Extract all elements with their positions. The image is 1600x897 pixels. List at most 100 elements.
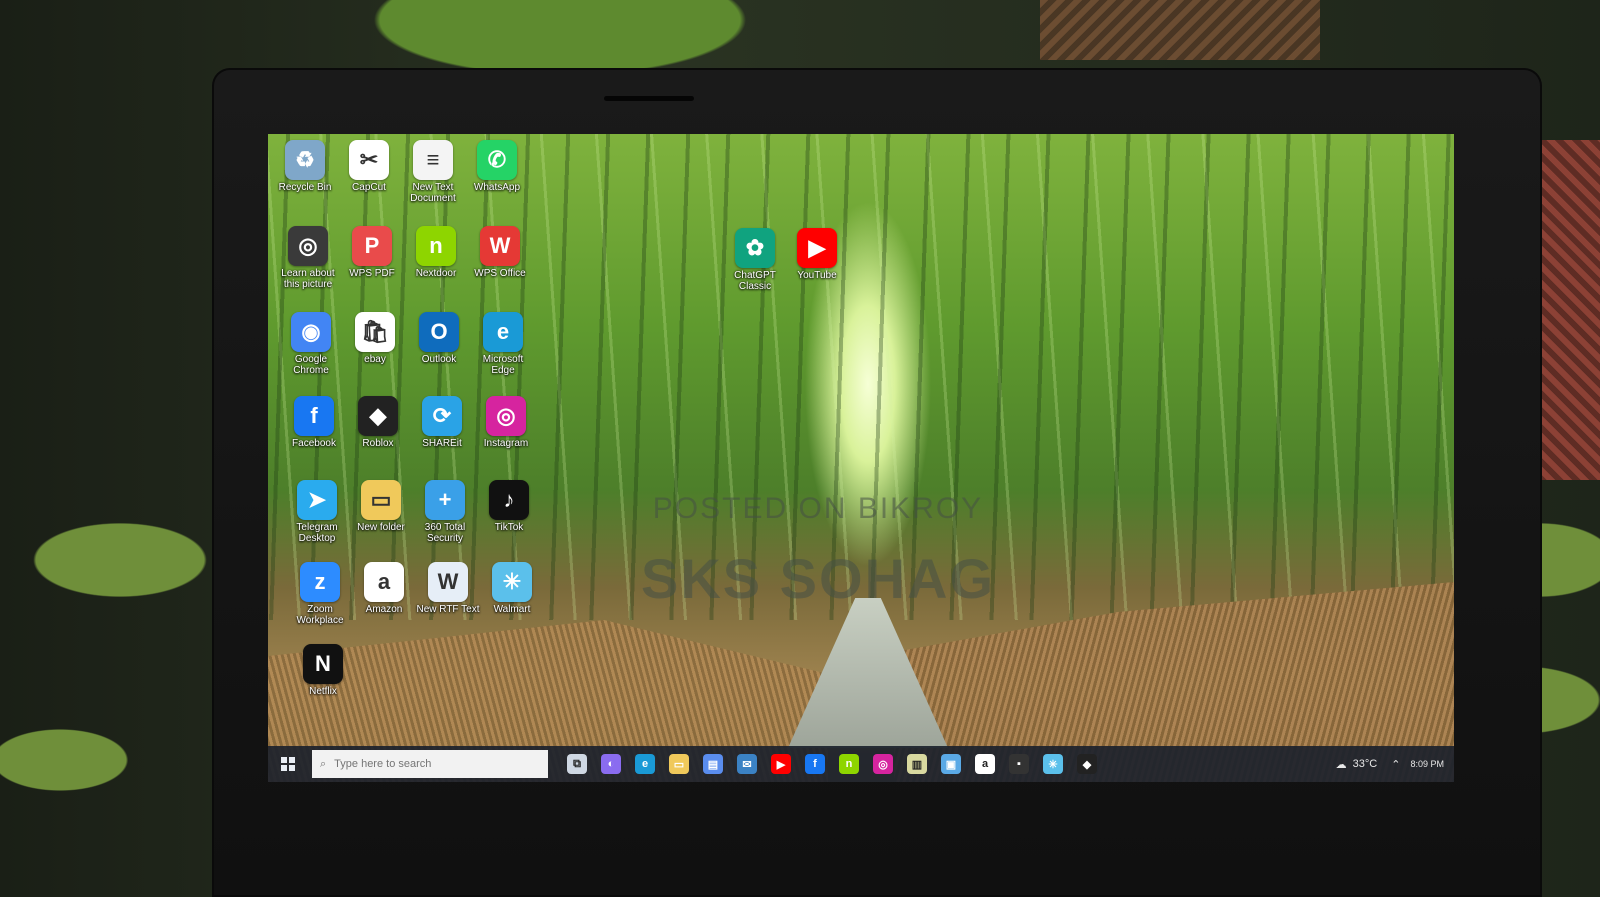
start-button[interactable]: [268, 746, 308, 782]
desktop-icon-edge[interactable]: e Microsoft Edge: [470, 312, 536, 376]
tiktok-icon: ♪: [489, 480, 529, 520]
desktop-icon-label: SHAREit: [422, 438, 462, 449]
desktop-icon-whatsapp[interactable]: ✆ WhatsApp: [464, 140, 530, 193]
zoom-icon: z: [300, 562, 340, 602]
wps-pdf-icon: P: [352, 226, 392, 266]
desktop-icon-label: WPS Office: [474, 268, 526, 279]
desktop-icon-nextdoor[interactable]: n Nextdoor: [403, 226, 469, 279]
chatgpt-icon: ✿: [735, 228, 775, 268]
desktop-icon-label: WhatsApp: [473, 182, 521, 193]
desktop-icon-text-document[interactable]: ≡ New Text Document: [400, 140, 466, 204]
desktop-icon-label: Roblox: [362, 438, 394, 449]
taskbar-store-icon[interactable]: ▤: [703, 754, 723, 774]
fabric-top: [1040, 0, 1320, 60]
netflix-icon: N: [303, 644, 343, 684]
desktop-icon-telegram[interactable]: ➤ Telegram Desktop: [284, 480, 350, 544]
chrome-icon: ◉: [291, 312, 331, 352]
learn-picture-icon: ◎: [288, 226, 328, 266]
facebook-icon: f: [294, 396, 334, 436]
desktop-icon-chrome[interactable]: ◉ Google Chrome: [278, 312, 344, 376]
desktop-icon-label: Walmart: [493, 604, 531, 615]
taskbar-amazon-icon[interactable]: a: [975, 754, 995, 774]
weather-temp: 33°C: [1352, 758, 1378, 770]
desktop-icon-security-360[interactable]: +360 Total Security: [412, 480, 478, 544]
desktop-icon-wps-office[interactable]: W WPS Office: [467, 226, 533, 279]
desktop-icon-tiktok[interactable]: ♪ TikTok: [476, 480, 542, 533]
desktop-icon-label: Google Chrome: [293, 354, 329, 376]
taskbar: ⌕ ⧉ ◐ e ▭ ▤ ✉ ▶ fn ◎ ▥ ▣ a ▪ ✳ ◆ ☁ 33°C ⌃ 8:09 PM: [268, 746, 1454, 782]
desktop-icon-folder[interactable]: ▭ New folder: [348, 480, 414, 533]
desktop-icon-amazon[interactable]: a Amazon: [351, 562, 417, 615]
roblox-icon: ◆: [358, 396, 398, 436]
clock-time: 8:09 PM: [1410, 758, 1444, 769]
taskbar-file-explorer-icon[interactable]: ▭: [669, 754, 689, 774]
shareit-icon: ⟳: [422, 396, 462, 436]
taskbar-photos-icon[interactable]: ▣: [941, 754, 961, 774]
desktop-icon-rtf-document[interactable]: W New RTF Text: [415, 562, 481, 615]
desktop-icon-netflix[interactable]: N Netflix: [290, 644, 356, 697]
desktop-icon-label: Netflix: [309, 686, 337, 697]
desktop-icon-label: CapCut: [352, 182, 386, 193]
nextdoor-icon: n: [416, 226, 456, 266]
rtf-document-icon: W: [428, 562, 468, 602]
desktop-icon-label: New folder: [357, 522, 405, 533]
youtube-icon: ▶: [797, 228, 837, 268]
taskbar-walmart-icon[interactable]: ✳: [1043, 754, 1063, 774]
weather-widget[interactable]: ☁ 33°C: [1336, 758, 1378, 771]
desktop-icon-ebay[interactable]: 🛍 ebay: [342, 312, 408, 365]
desktop-icon-label: TikTok: [494, 522, 524, 533]
desktop-icon-capcut[interactable]: ✂ CapCut: [336, 140, 402, 193]
desktop-icon-zoom[interactable]: z Zoom Workplace: [287, 562, 353, 626]
taskbar-edge-icon[interactable]: e: [635, 754, 655, 774]
taskbar-instagram-icon[interactable]: ◎: [873, 754, 893, 774]
taskbar-copilot-icon[interactable]: ◐: [601, 754, 621, 774]
taskbar-facebook-icon[interactable]: f: [805, 754, 825, 774]
security-360-icon: +: [425, 480, 465, 520]
desktop-icon-label: Facebook: [292, 438, 336, 449]
ebay-icon: 🛍: [355, 312, 395, 352]
desktop-icon-label: 360 Total Security: [424, 522, 466, 544]
taskbar-nextdoor-icon[interactable]: n: [839, 754, 859, 774]
wps-office-icon: W: [480, 226, 520, 266]
system-tray: ☁ 33°C ⌃ 8:09 PM: [1336, 758, 1454, 771]
desktop-icon-roblox[interactable]: ◆ Roblox: [345, 396, 411, 449]
desktop-icon-label: New Text Document: [410, 182, 456, 204]
telegram-icon: ➤: [297, 480, 337, 520]
desktop-icon-label: Zoom Workplace: [296, 604, 344, 626]
search-icon: ⌕: [320, 757, 327, 770]
chevron-up-icon[interactable]: ⌃: [1391, 758, 1400, 771]
taskbar-search[interactable]: ⌕: [312, 750, 548, 778]
desktop-icon-label: YouTube: [797, 270, 837, 281]
outlook-icon: O: [419, 312, 459, 352]
taskbar-notes-icon[interactable]: ▥: [907, 754, 927, 774]
windows-icon: [281, 757, 295, 771]
desktop-icon-walmart[interactable]: ✳ Walmart: [479, 562, 545, 615]
desktop-icon-recycle-bin[interactable]: ♻ Recycle Bin: [272, 140, 338, 193]
webcam-slot: [604, 96, 694, 101]
desktop-icon-label: Recycle Bin: [278, 182, 332, 193]
laptop-screen: POSTED ON BIKROY SKS SOHAG ♻ Recycle Bin ✂…: [268, 134, 1454, 782]
taskbar-app-dark-icon[interactable]: ▪: [1009, 754, 1029, 774]
taskbar-clock[interactable]: 8:09 PM: [1410, 759, 1444, 770]
desktop-icon-shareit[interactable]: ⟳ SHAREit: [409, 396, 475, 449]
watermark-name: SKS SOHAG: [640, 547, 996, 610]
taskbar-roblox-icon[interactable]: ◆: [1077, 754, 1097, 774]
desktop-icon-facebook[interactable]: f Facebook: [281, 396, 347, 449]
taskbar-pinned-apps: ⧉ ◐ e ▭ ▤ ✉ ▶ f n ◎ ▥ ▣ a ▪ ✳ ◆: [560, 754, 1104, 774]
taskbar-mail-icon[interactable]: ✉: [737, 754, 757, 774]
desktop-icon-youtube[interactable]: ▶ YouTube: [784, 228, 850, 281]
taskbar-task-view-icon[interactable]: ⧉: [567, 754, 587, 774]
taskbar-youtube-icon[interactable]: ▶: [771, 754, 791, 774]
desktop-icon-label: Outlook: [421, 354, 457, 365]
desktop-icon-wps-pdf[interactable]: P WPS PDF: [339, 226, 405, 279]
desktop-icon-learn-picture[interactable]: ◎ Learn about this picture: [275, 226, 341, 290]
capcut-icon: ✂: [349, 140, 389, 180]
desktop-icon-label: Microsoft Edge: [482, 354, 524, 376]
desktop-icon-outlook[interactable]: O Outlook: [406, 312, 472, 365]
search-input[interactable]: [332, 757, 507, 771]
desktop-icon-chatgpt[interactable]: ✿ ChatGPT Classic: [722, 228, 788, 292]
folder-icon: ▭: [361, 480, 401, 520]
desktop-icon-instagram[interactable]: ◎ Instagram: [473, 396, 539, 449]
desktop-icon-label: Nextdoor: [415, 268, 457, 279]
desktop-icon-label: ChatGPT Classic: [734, 270, 776, 292]
